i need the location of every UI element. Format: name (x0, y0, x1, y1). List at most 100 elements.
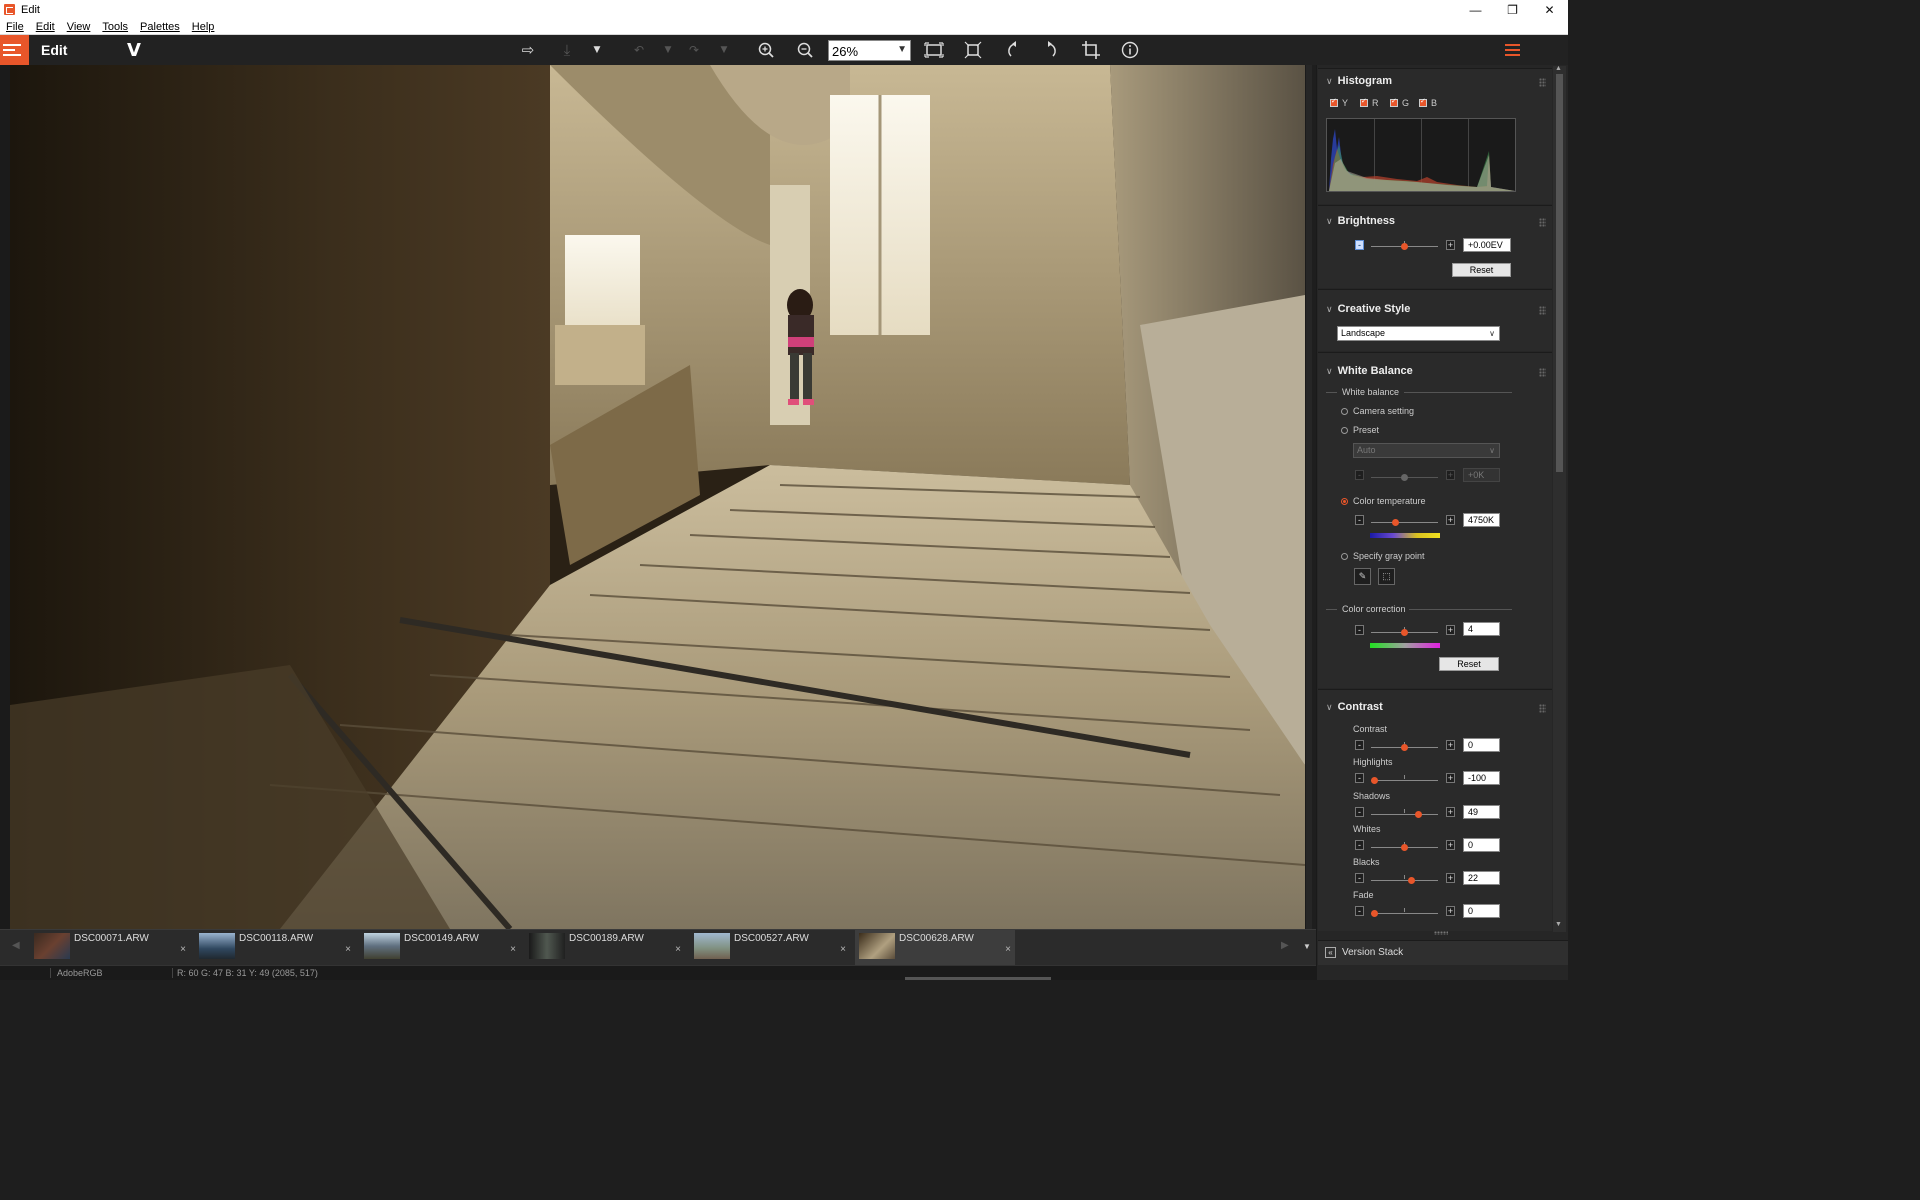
highlights-slider-knob[interactable] (1371, 777, 1378, 784)
rotate-left-icon[interactable] (1003, 40, 1023, 60)
redo-icon[interactable]: ↷ (684, 40, 704, 60)
eyedropper-icon[interactable]: ✎ (1354, 568, 1371, 585)
drag-handle-icon[interactable] (1539, 78, 1546, 87)
filmstrip-prev-icon[interactable]: ◀ (12, 940, 20, 951)
white-balance-header[interactable]: ∨ White Balance (1326, 365, 1413, 377)
filmstrip-item[interactable]: DSC00189.ARW × (525, 930, 685, 965)
filmstrip-item[interactable]: DSC00071.ARW × (30, 930, 190, 965)
filmstrip-thumbnail[interactable] (694, 933, 730, 959)
close-window-button[interactable]: ✕ (1531, 0, 1568, 19)
panel-scrollbar[interactable]: ▲ ▼ (1553, 65, 1566, 932)
menu-palettes[interactable]: Palettes (134, 21, 186, 33)
temperature-decrease-button[interactable]: - (1355, 515, 1364, 525)
histogram-header[interactable]: ∨ Histogram (1326, 75, 1392, 87)
save-icon[interactable]: ⤓ (557, 40, 577, 60)
temperature-value-input[interactable]: 4750K (1463, 513, 1500, 527)
preset-select[interactable]: Auto ∨ (1353, 443, 1500, 458)
filmstrip-thumbnail[interactable] (34, 933, 70, 959)
zoom-in-icon[interactable] (756, 40, 776, 60)
filmstrip-thumbnail[interactable] (859, 933, 895, 959)
filmstrip-next-icon[interactable]: ▶ (1281, 940, 1289, 951)
shadows-decrease-button[interactable]: - (1355, 807, 1364, 817)
color-temperature-radio[interactable] (1341, 498, 1348, 505)
camera-setting-radio[interactable] (1341, 408, 1348, 415)
preset-decrease-button[interactable]: - (1355, 470, 1364, 480)
temperature-slider-knob[interactable] (1392, 519, 1399, 526)
redo-dropdown-icon[interactable]: ▼ (714, 40, 734, 60)
blacks-slider-knob[interactable] (1408, 877, 1415, 884)
whites-slider-knob[interactable] (1401, 844, 1408, 851)
preset-value-input[interactable]: +0K (1463, 468, 1500, 482)
highlights-increase-button[interactable]: + (1446, 773, 1455, 783)
whites-increase-button[interactable]: + (1446, 840, 1455, 850)
brightness-value-input[interactable]: +0.00EV (1463, 238, 1511, 252)
temperature-slider-track[interactable] (1371, 522, 1438, 523)
blacks-slider-track[interactable] (1371, 880, 1438, 881)
export-icon[interactable]: ⇨ (518, 40, 538, 60)
color-correction-slider-knob[interactable] (1401, 629, 1408, 636)
channel-y-checkbox[interactable] (1330, 97, 1338, 107)
brightness-increase-button[interactable]: + (1446, 240, 1455, 250)
color-correction-value-input[interactable]: 4 (1463, 622, 1500, 636)
edit-mode-icon[interactable] (0, 35, 29, 65)
contrast-increase-button[interactable]: + (1446, 740, 1455, 750)
filmstrip-item[interactable]: DSC00149.ARW × (360, 930, 520, 965)
creative-style-header[interactable]: ∨ Creative Style (1326, 303, 1410, 315)
temperature-increase-button[interactable]: + (1446, 515, 1455, 525)
selection-rect-icon[interactable]: ⬚ (1378, 568, 1395, 585)
info-icon[interactable] (1120, 40, 1140, 60)
channel-b-checkbox[interactable] (1419, 97, 1427, 107)
shadows-value-input[interactable]: 49 (1463, 805, 1500, 819)
creative-style-select[interactable]: Landscape ∨ (1337, 326, 1500, 341)
image-canvas[interactable] (0, 65, 1312, 929)
preset-radio[interactable] (1341, 427, 1348, 434)
filmstrip-thumbnail[interactable] (199, 933, 235, 959)
panel-scrollbar-thumb[interactable] (1556, 74, 1563, 472)
fade-slider-knob[interactable] (1371, 910, 1378, 917)
drag-handle-icon[interactable] (1539, 218, 1546, 227)
highlights-value-input[interactable]: -100 (1463, 771, 1500, 785)
blacks-decrease-button[interactable]: - (1355, 873, 1364, 883)
filmstrip-menu-icon[interactable]: ▼ (1303, 942, 1311, 951)
menu-tools[interactable]: Tools (96, 21, 134, 33)
contrast-header[interactable]: ∨ Contrast (1326, 701, 1383, 713)
drag-handle-icon[interactable] (1434, 931, 1448, 935)
close-icon[interactable]: × (1005, 944, 1011, 955)
collapse-icon[interactable]: « (1325, 947, 1336, 958)
brightness-decrease-button[interactable]: - (1355, 240, 1364, 250)
filmstrip-item[interactable]: DSC00118.ARW × (195, 930, 355, 965)
white-balance-reset-button[interactable]: Reset (1439, 657, 1499, 671)
drag-handle-icon[interactable] (1539, 306, 1546, 315)
zoom-select[interactable]: 26% ▼ (828, 40, 911, 61)
color-correction-increase-button[interactable]: + (1446, 625, 1455, 635)
filmstrip-item[interactable]: DSC00527.ARW × (690, 930, 850, 965)
brightness-reset-button[interactable]: Reset (1452, 263, 1511, 277)
channel-g-checkbox[interactable] (1390, 97, 1398, 107)
fade-increase-button[interactable]: + (1446, 906, 1455, 916)
preset-slider-knob[interactable] (1401, 474, 1408, 481)
close-icon[interactable]: × (180, 944, 186, 955)
close-icon[interactable]: × (345, 944, 351, 955)
fade-slider-track[interactable] (1371, 913, 1438, 914)
drag-handle-icon[interactable] (1539, 368, 1546, 377)
menu-file[interactable]: File (0, 21, 30, 33)
whites-value-input[interactable]: 0 (1463, 838, 1500, 852)
menu-view[interactable]: View (61, 21, 97, 33)
channel-r-checkbox[interactable] (1360, 97, 1368, 107)
contrast-decrease-button[interactable]: - (1355, 740, 1364, 750)
fade-decrease-button[interactable]: - (1355, 906, 1364, 916)
close-icon[interactable]: × (675, 944, 681, 955)
close-icon[interactable]: × (510, 944, 516, 955)
contrast-slider-knob[interactable] (1401, 744, 1408, 751)
filmstrip-scrollbar[interactable] (905, 977, 1051, 980)
highlights-decrease-button[interactable]: - (1355, 773, 1364, 783)
crop-icon[interactable] (1081, 40, 1101, 60)
close-icon[interactable]: × (840, 944, 846, 955)
menu-help[interactable]: Help (186, 21, 221, 33)
drag-handle-icon[interactable] (1539, 704, 1546, 713)
blacks-value-input[interactable]: 22 (1463, 871, 1500, 885)
undo-dropdown-icon[interactable]: ▼ (658, 40, 678, 60)
undo-icon[interactable]: ↶ (629, 40, 649, 60)
restore-button[interactable]: ❐ (1494, 0, 1531, 19)
minimize-button[interactable]: — (1457, 0, 1494, 19)
